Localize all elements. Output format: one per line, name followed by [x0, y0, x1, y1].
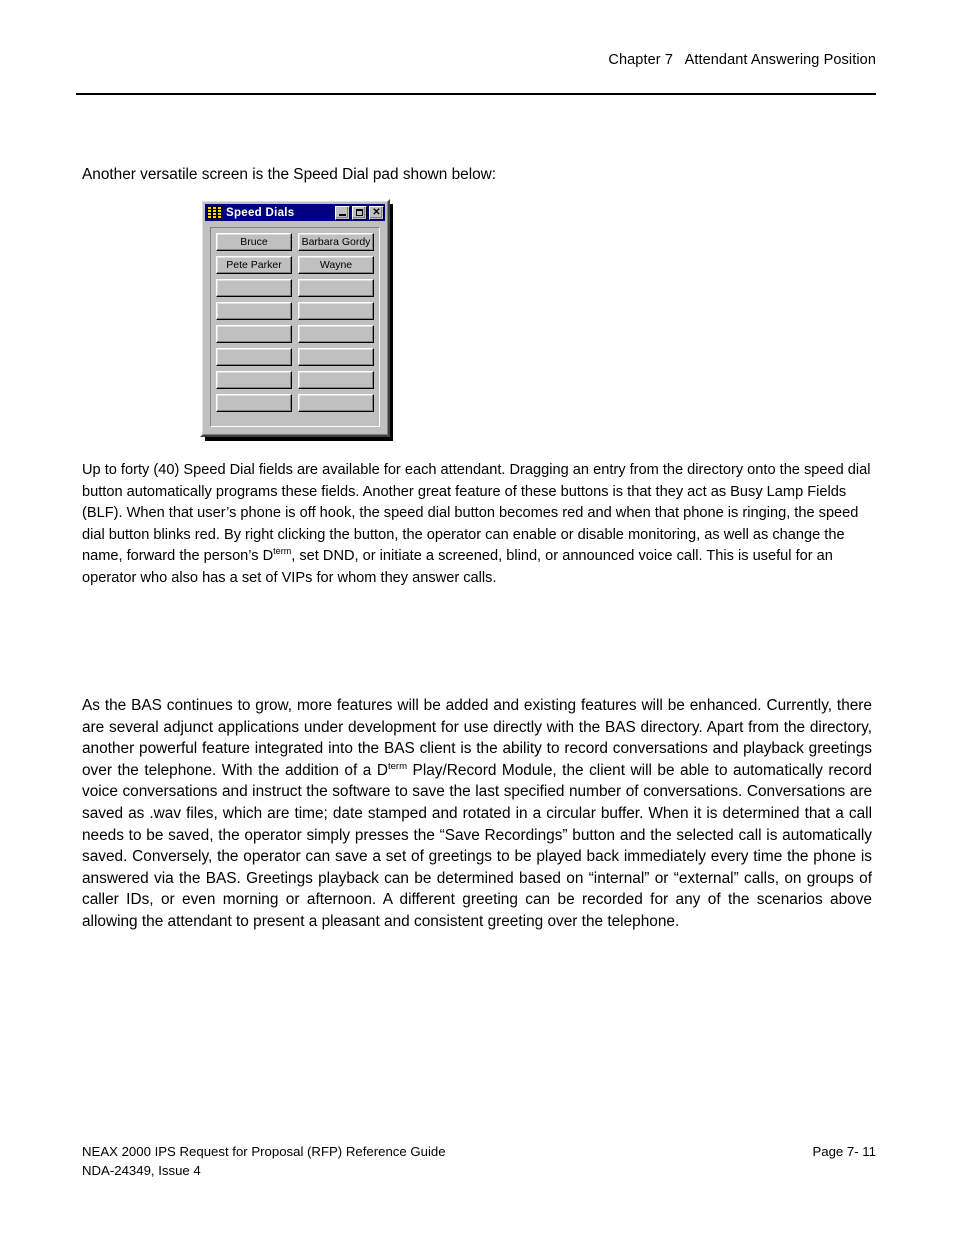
speed-dial-button[interactable]	[298, 302, 374, 320]
keypad-icon	[207, 206, 222, 219]
document-page: Chapter 7 Attendant Answering Position A…	[0, 0, 954, 1235]
speed-dial-button[interactable]: Pete Parker	[216, 256, 292, 274]
page-header: Chapter 7 Attendant Answering Position	[76, 52, 876, 68]
page-footer: NEAX 2000 IPS Request for Proposal (RFP)…	[82, 1143, 876, 1180]
dterm-superscript: term	[387, 760, 408, 772]
speed-dial-panel: Bruce Barbara Gordy Pete Parker Wayne	[210, 227, 380, 427]
speed-dial-button[interactable]	[298, 348, 374, 366]
speed-dial-button[interactable]	[216, 394, 292, 412]
speed-dial-button[interactable]: Wayne	[298, 256, 374, 274]
minimize-button[interactable]	[335, 205, 350, 220]
dialog-titlebar[interactable]: Speed Dials ✕	[205, 204, 385, 221]
speed-dial-button[interactable]	[298, 325, 374, 343]
speed-dial-button[interactable]	[216, 371, 292, 389]
bas-paragraph: As the BAS continues to grow, more featu…	[82, 695, 872, 933]
maximize-icon	[356, 208, 363, 216]
blf-paragraph: Up to forty (40) Speed Dial fields are a…	[82, 460, 876, 589]
footer-guide-title: NEAX 2000 IPS Request for Proposal (RFP)…	[82, 1144, 446, 1159]
speed-dial-button[interactable]	[298, 279, 374, 297]
footer-line-1: NEAX 2000 IPS Request for Proposal (RFP)…	[82, 1143, 876, 1161]
footer-page-number: Page 7- 11	[812, 1144, 876, 1159]
speed-dial-button[interactable]	[216, 325, 292, 343]
minimize-icon	[339, 213, 346, 216]
speed-dial-button[interactable]: Bruce	[216, 233, 292, 251]
chapter-title: Chapter 7 Attendant Answering Position	[608, 52, 876, 68]
header-rule	[76, 93, 876, 95]
maximize-button[interactable]	[352, 205, 367, 220]
dialog-window-controls: ✕	[335, 205, 384, 220]
speed-dials-dialog[interactable]: Speed Dials ✕ Bruce Barbara Gordy Pete P…	[200, 199, 390, 437]
close-icon: ✕	[372, 206, 381, 218]
speed-dial-button[interactable]	[216, 279, 292, 297]
intro-paragraph: Another versatile screen is the Speed Di…	[82, 166, 497, 183]
dialog-title: Speed Dials	[226, 206, 295, 219]
speed-dial-button[interactable]	[216, 348, 292, 366]
speed-dial-button[interactable]	[216, 302, 292, 320]
speed-dial-grid: Bruce Barbara Gordy Pete Parker Wayne	[216, 233, 374, 412]
close-button[interactable]: ✕	[369, 205, 384, 220]
dterm-superscript: term	[273, 546, 292, 557]
bas-text-part2: Play/Record Module, the client will be a…	[82, 761, 872, 930]
footer-document-id: NDA-24349, Issue 4	[82, 1163, 201, 1178]
speed-dial-button[interactable]: Barbara Gordy	[298, 233, 374, 251]
speed-dial-button[interactable]	[298, 394, 374, 412]
speed-dial-button[interactable]	[298, 371, 374, 389]
